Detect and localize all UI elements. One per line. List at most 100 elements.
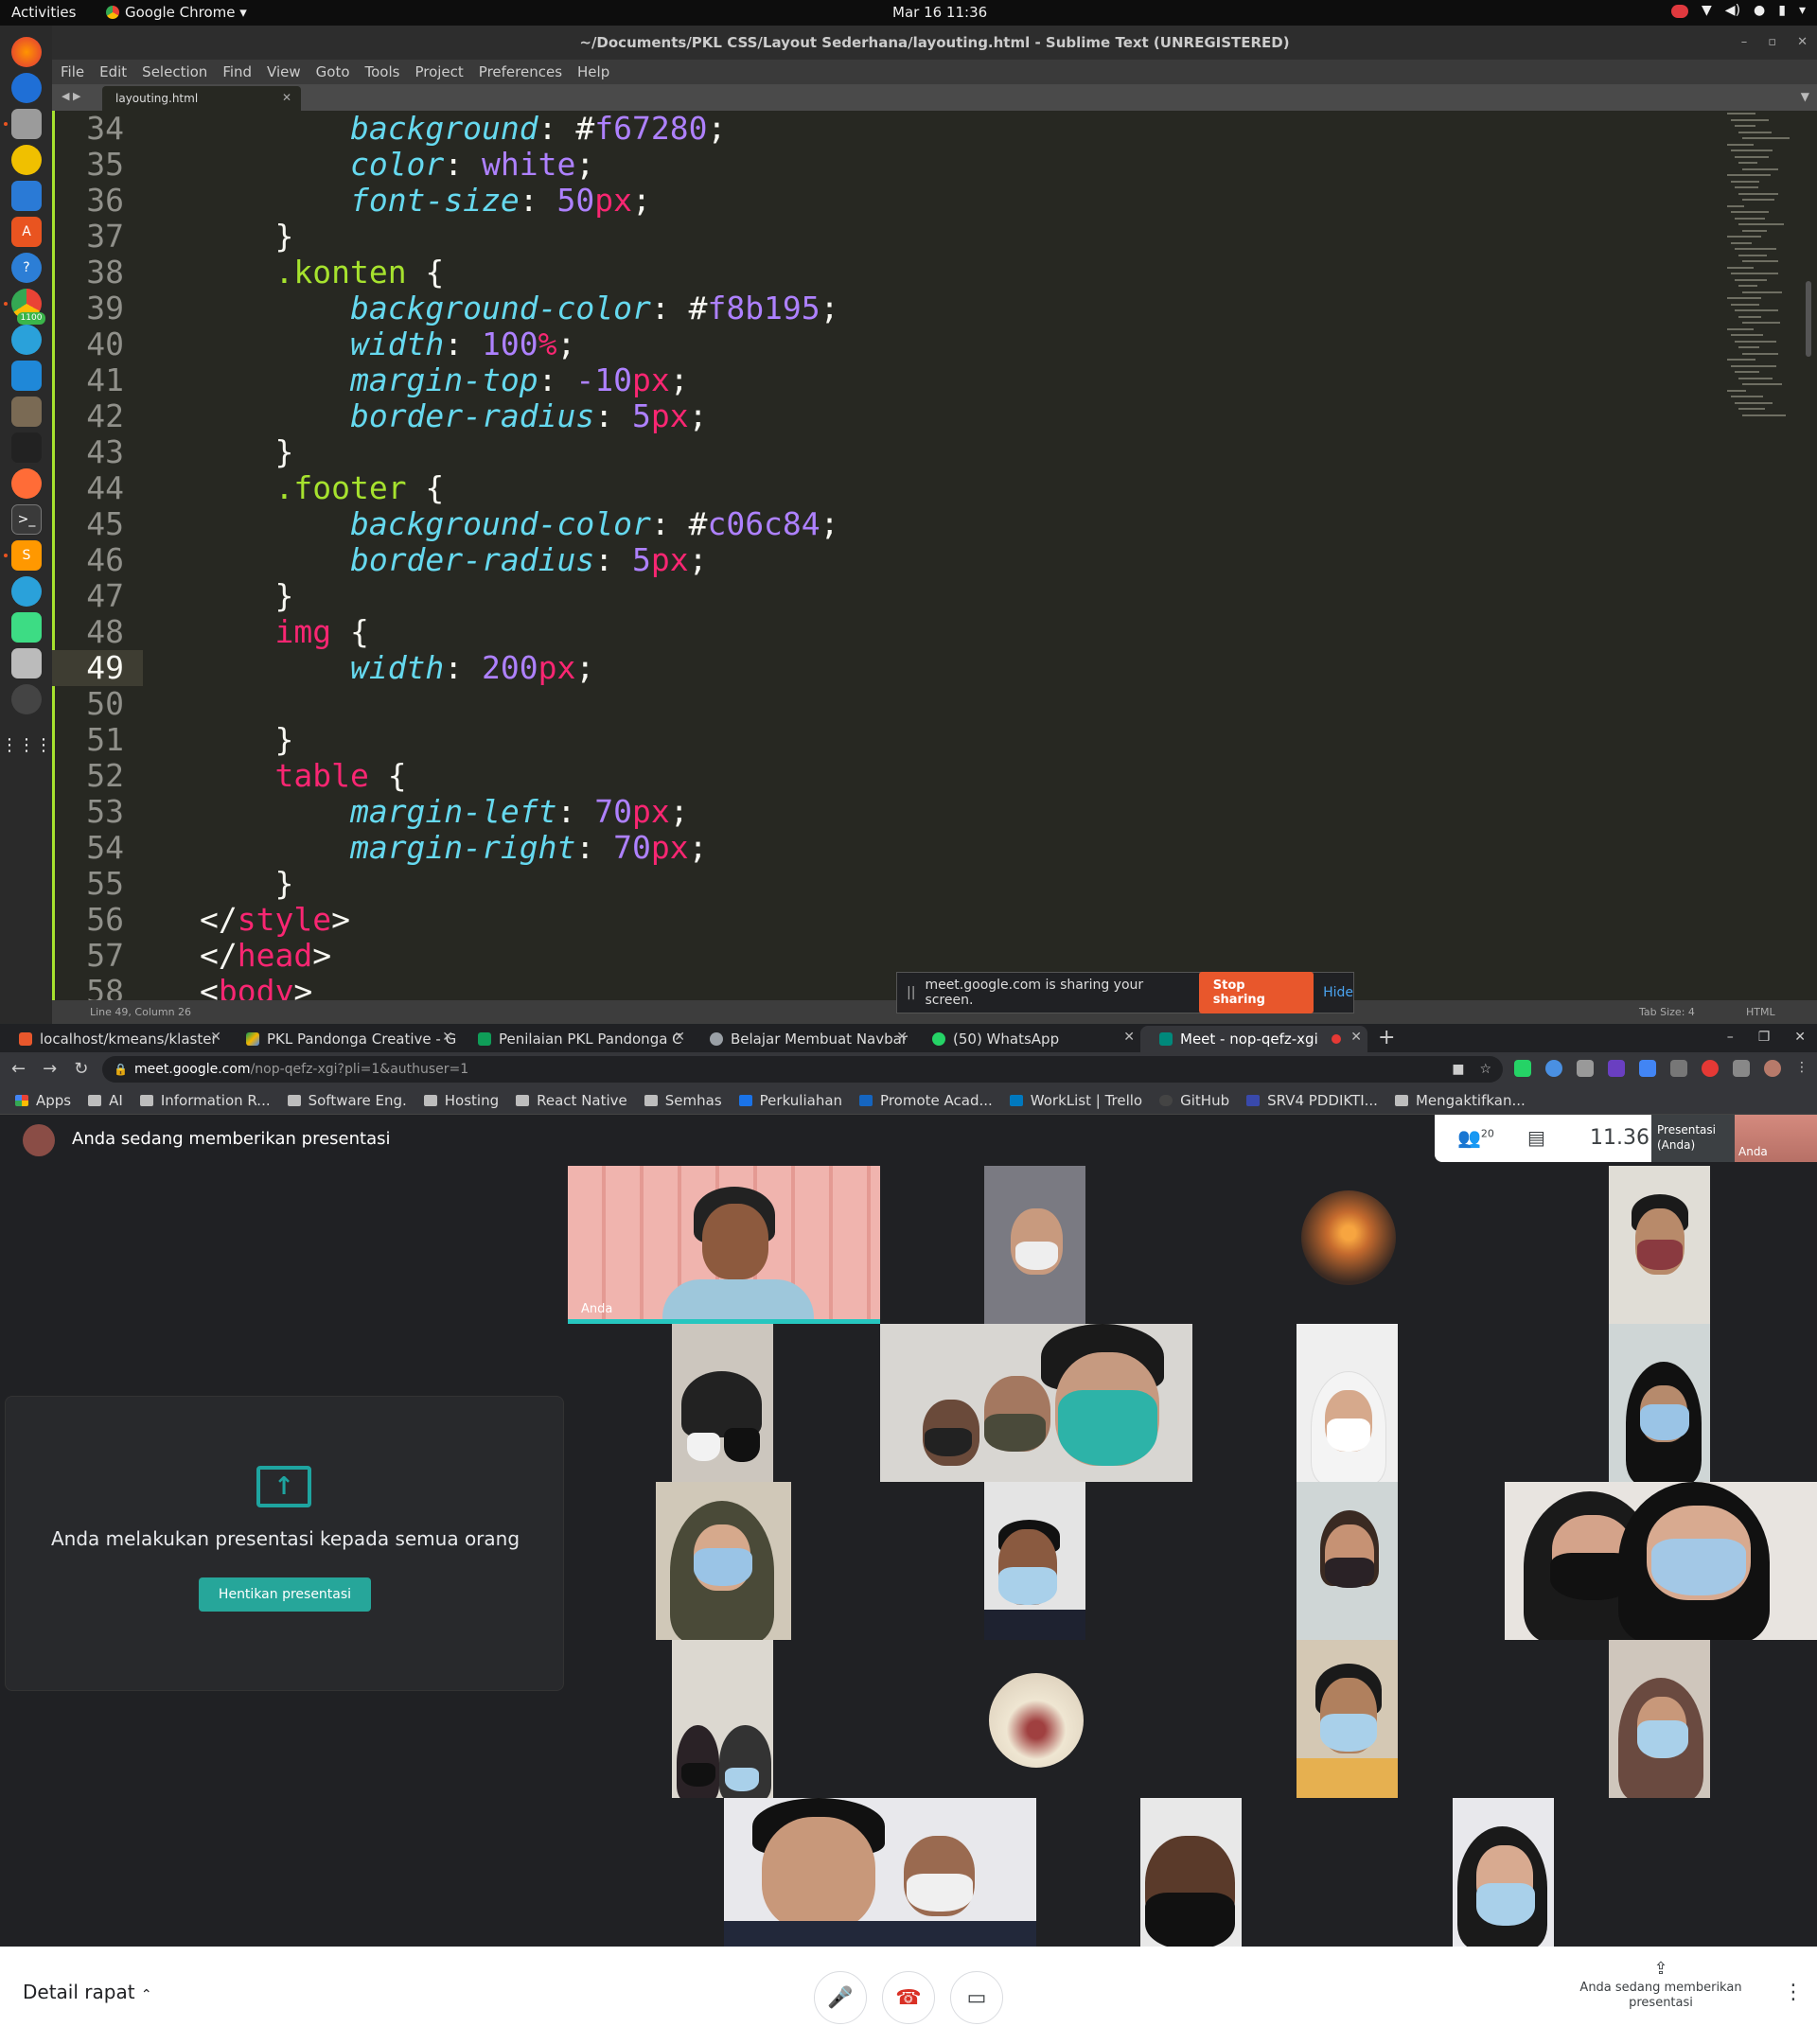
system-tray[interactable]: ▼ ◀) ● ▮ ▾	[1671, 3, 1806, 18]
code-line[interactable]: 37 }	[52, 219, 1722, 255]
menu-goto[interactable]: Goto	[316, 63, 350, 80]
inkscape-icon[interactable]	[11, 432, 42, 463]
new-tab-button[interactable]: +	[1378, 1026, 1395, 1049]
video-tile[interactable]	[1505, 1482, 1817, 1640]
stop-presenting-button[interactable]: Hentikan presentasi	[199, 1577, 371, 1612]
bookmark-folder-react-native[interactable]: React Native	[516, 1092, 627, 1109]
bookmark-folder-semhas[interactable]: Semhas	[644, 1092, 722, 1109]
bookmark-star-icon[interactable]: ☆	[1479, 1056, 1491, 1083]
firefox-icon[interactable]	[11, 37, 42, 67]
more-options-icon[interactable]: ⋮	[1783, 1981, 1804, 2004]
presenting-status-button[interactable]: ⇪ Anda sedang memberikan presentasi	[1571, 1961, 1751, 2011]
camera-indicator-icon[interactable]: ■	[1452, 1056, 1464, 1083]
code-line[interactable]: 58 <body>	[52, 974, 1722, 1001]
tab-layouting-html[interactable]: layouting.html ✕	[102, 86, 301, 111]
code-line[interactable]: 41 margin-top: -10px;	[52, 362, 1722, 398]
bookmark-folder-information-r[interactable]: Information R...	[139, 1092, 271, 1109]
bookmark-trello[interactable]: WorkList | Trello	[1009, 1092, 1142, 1109]
extensions-puzzle-icon[interactable]	[1733, 1060, 1750, 1077]
code-line[interactable]: 47 }	[52, 578, 1722, 614]
video-tile[interactable]	[1453, 1798, 1554, 1947]
leave-call-button[interactable]: ☎	[882, 1971, 935, 2024]
tab-close-icon[interactable]: ✕	[674, 1030, 685, 1045]
tab-close-icon[interactable]: ✕	[1350, 1030, 1362, 1045]
tab-close-icon[interactable]: ✕	[210, 1030, 221, 1045]
files-icon[interactable]	[11, 109, 42, 139]
postman-icon[interactable]	[11, 468, 42, 499]
code-line[interactable]: 48 img {	[52, 614, 1722, 650]
bookmark-mengaktifkan[interactable]: Mengaktifkan...	[1394, 1092, 1526, 1109]
vscode-icon[interactable]	[11, 361, 42, 391]
code-line[interactable]: 52 table {	[52, 758, 1722, 794]
bookmark-folder-software-eng[interactable]: Software Eng.	[287, 1092, 407, 1109]
extension-docs-icon[interactable]	[1639, 1060, 1656, 1077]
app-menu[interactable]: Google Chrome ▾	[106, 4, 247, 21]
thunderbird-icon[interactable]	[11, 73, 42, 103]
video-tile[interactable]	[880, 1324, 1192, 1482]
video-tile[interactable]	[672, 1640, 773, 1798]
code-line[interactable]: 35 color: white;	[52, 147, 1722, 183]
video-tile[interactable]	[1140, 1798, 1242, 1947]
code-line[interactable]: 43 }	[52, 434, 1722, 470]
camera-button[interactable]: ▭	[950, 1971, 1003, 2024]
tab-meet[interactable]: Meet - nop-qefz-xgi ✕	[1140, 1026, 1367, 1052]
code-line[interactable]: 55 }	[52, 866, 1722, 902]
minimap[interactable]	[1718, 113, 1812, 425]
menu-edit[interactable]: Edit	[99, 63, 127, 80]
tab-whatsapp[interactable]: (50) WhatsApp ✕	[913, 1026, 1140, 1052]
rhythmbox-icon[interactable]	[11, 145, 42, 175]
forward-icon[interactable]: →	[43, 1059, 57, 1079]
extension-wa-icon[interactable]	[1514, 1060, 1531, 1077]
bookmark-perkuliahan[interactable]: Perkuliahan	[738, 1092, 842, 1109]
self-presentation-thumbnail[interactable]: Presentasi (Anda) Anda	[1651, 1115, 1817, 1162]
code-line[interactable]: 34 background: #f67280;	[52, 111, 1722, 147]
code-line[interactable]: 53 margin-left: 70px;	[52, 794, 1722, 830]
video-tile[interactable]	[1297, 1640, 1398, 1798]
participants-button[interactable]: 👥20	[1457, 1126, 1494, 1149]
maximize-icon[interactable]: ▫	[1768, 26, 1776, 60]
clock[interactable]: Mar 16 11:36	[892, 4, 987, 21]
address-bar[interactable]: 🔒 meet.google.com/nop-qefz-xgi?pli=1&aut…	[102, 1056, 1503, 1083]
video-tile[interactable]	[1609, 1324, 1710, 1482]
terminal-icon[interactable]: >_	[11, 504, 42, 535]
microphone-button[interactable]: 🎤	[814, 1971, 867, 2024]
bookmark-github[interactable]: GitHub	[1159, 1092, 1229, 1109]
close-icon[interactable]: ✕	[1794, 1030, 1806, 1045]
gimp-icon[interactable]	[11, 396, 42, 427]
syntax-mode[interactable]: HTML	[1746, 1006, 1775, 1018]
close-icon[interactable]: ✕	[1797, 26, 1808, 60]
extension-shield-icon[interactable]	[1670, 1060, 1687, 1077]
code-editor[interactable]: 34 background: #f67280; 35 color: white; 3…	[52, 111, 1722, 1000]
menu-selection[interactable]: Selection	[142, 63, 207, 80]
bookmark-folder-hosting[interactable]: Hosting	[423, 1092, 499, 1109]
back-icon[interactable]: ←	[11, 1059, 26, 1079]
profile-avatar[interactable]	[1764, 1060, 1781, 1077]
bookmark-folder-ai[interactable]: AI	[88, 1092, 123, 1109]
tab-dropdown-icon[interactable]: ▼	[1801, 90, 1809, 103]
libreoffice-writer-icon[interactable]	[11, 181, 42, 211]
extension-purple-icon[interactable]	[1608, 1060, 1625, 1077]
code-line[interactable]: 36 font-size: 50px;	[52, 183, 1722, 219]
tab-penilaian-pkl[interactable]: Penilaian PKL Pandonga C ✕	[459, 1026, 691, 1052]
telegram-desktop-icon[interactable]	[11, 576, 42, 607]
code-line[interactable]: 40 width: 100%;	[52, 326, 1722, 362]
sublime-text-icon[interactable]: S	[11, 540, 42, 571]
activities-button[interactable]: Activities	[11, 4, 76, 21]
editor-scrollbar[interactable]	[1806, 281, 1811, 357]
participant-avatar[interactable]	[989, 1673, 1084, 1768]
video-tile[interactable]	[984, 1166, 1085, 1324]
help-icon[interactable]: ?	[11, 253, 42, 283]
menu-project[interactable]: Project	[415, 63, 463, 80]
code-line[interactable]: 54 margin-right: 70px;	[52, 830, 1722, 866]
bookmark-promote-acad[interactable]: Promote Acad...	[859, 1092, 993, 1109]
extension-camera-icon[interactable]	[1577, 1060, 1594, 1077]
video-tile[interactable]	[1297, 1482, 1398, 1640]
video-tile[interactable]	[1297, 1324, 1398, 1482]
tab-close-icon[interactable]: ✕	[282, 91, 291, 104]
video-tile[interactable]	[1609, 1166, 1710, 1324]
reload-icon[interactable]: ↻	[74, 1059, 88, 1079]
phone-emulator-icon[interactable]	[11, 648, 42, 678]
video-tile[interactable]	[724, 1798, 1036, 1947]
code-line[interactable]: 56 </style>	[52, 902, 1722, 938]
extension-blue-icon[interactable]	[1545, 1060, 1562, 1077]
